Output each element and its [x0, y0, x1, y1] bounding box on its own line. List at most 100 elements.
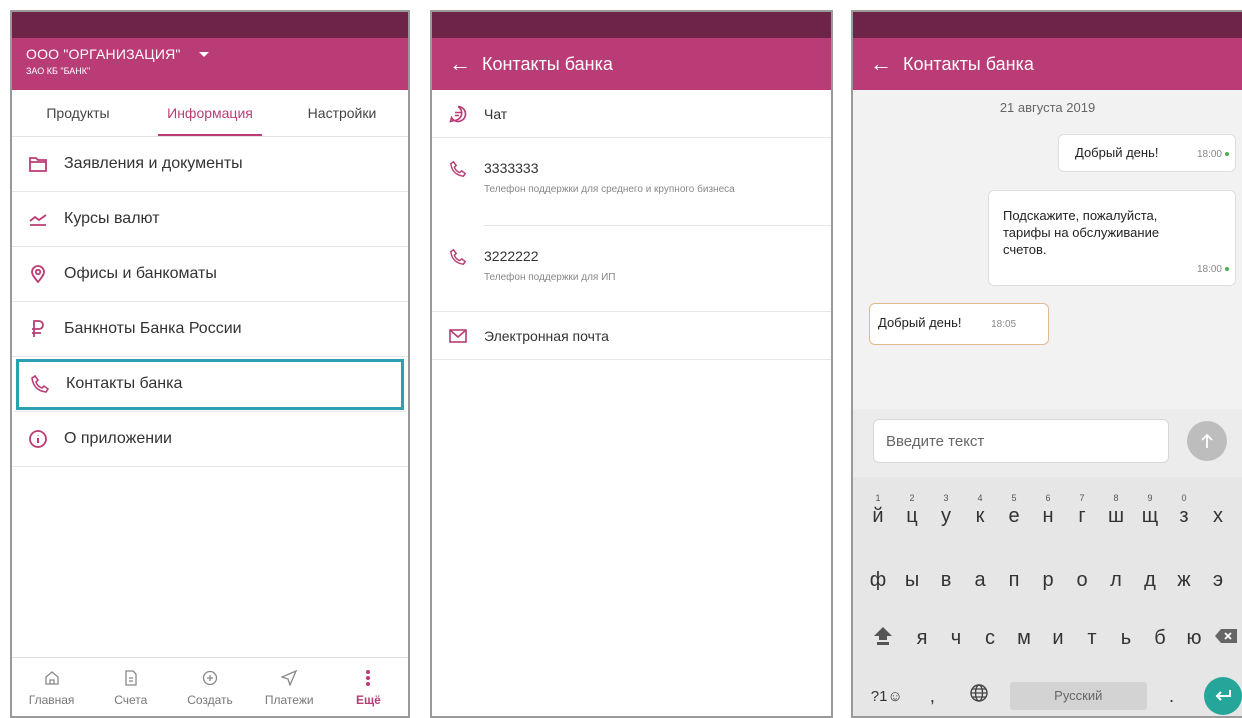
key[interactable]: 4к	[963, 493, 997, 528]
key[interactable]: 6н	[1031, 493, 1065, 528]
key[interactable]: м	[1007, 627, 1041, 650]
keyboard-row-3: я ч с м и т ь б ю	[861, 625, 1242, 651]
keyboard-row-4: ?1☺ , Русский .	[863, 677, 1242, 715]
key[interactable]: 5е	[997, 493, 1031, 528]
contact-label: Электронная почта	[484, 327, 609, 344]
key[interactable]: ф	[861, 569, 895, 592]
app-bar: ← Контакты банка	[853, 38, 1242, 90]
key[interactable]: ы	[895, 569, 929, 592]
send-button[interactable]	[1187, 421, 1227, 461]
chat-history[interactable]: 21 августа 2019 Добрый день! 18:00 Подск…	[853, 90, 1242, 409]
shift-key[interactable]	[861, 625, 905, 651]
contact-email[interactable]: Электронная почта	[432, 312, 831, 360]
contact-chat[interactable]: Чат	[432, 90, 831, 138]
send-icon	[281, 668, 298, 688]
tab-products[interactable]: Продукты	[12, 90, 144, 136]
key[interactable]: а	[963, 569, 997, 592]
screen-bank-contacts: ← Контакты банка Чат 3333333 Телефон под…	[430, 10, 833, 718]
backspace-key[interactable]	[1211, 627, 1241, 650]
language-key[interactable]	[954, 683, 1004, 709]
menu-item-about[interactable]: О приложении	[12, 412, 408, 467]
org-header[interactable]: ООО "ОРГАНИЗАЦИЯ" ЗАО КБ "БАНК"	[12, 38, 408, 90]
phone-icon	[432, 248, 484, 311]
menu-item-label: О приложении	[64, 430, 172, 447]
menu-item-label: Курсы валют	[64, 210, 160, 227]
key[interactable]: ю	[1177, 627, 1211, 650]
key[interactable]: 2ц	[895, 493, 929, 528]
nav-label: Платежи	[264, 692, 314, 707]
enter-key[interactable]	[1204, 677, 1242, 715]
key[interactable]: 1й	[861, 493, 895, 528]
tab-bar: Продукты Информация Настройки	[12, 90, 408, 137]
nav-create[interactable]: Создать	[170, 658, 249, 716]
status-bar	[12, 12, 408, 38]
key[interactable]: и	[1041, 627, 1075, 650]
key[interactable]: ь	[1109, 627, 1143, 650]
phone-icon	[432, 160, 484, 226]
menu-item-label: Офисы и банкоматы	[64, 265, 217, 282]
message-time: 18:05	[991, 319, 1017, 330]
key[interactable]: ч	[939, 627, 973, 650]
enter-icon	[1215, 690, 1232, 701]
menu-item-offices[interactable]: Офисы и банкоматы	[12, 247, 408, 302]
key[interactable]: с	[973, 627, 1007, 650]
space-key[interactable]: Русский	[1009, 682, 1147, 710]
key[interactable]: 8ш	[1099, 493, 1133, 528]
status-bar	[853, 12, 1242, 38]
nav-home[interactable]: Главная	[12, 658, 91, 716]
menu-item-documents[interactable]: Заявления и документы	[12, 137, 408, 192]
keyboard: 1й 2ц 3у 4к 5е 6н 7г 8ш 9щ 0з х ф ы в а …	[853, 477, 1242, 716]
chat-date: 21 августа 2019	[999, 100, 1096, 115]
tab-information[interactable]: Информация	[144, 90, 276, 136]
comma-key[interactable]: ,	[911, 686, 955, 707]
period-key[interactable]: .	[1147, 686, 1197, 707]
key[interactable]: х	[1201, 505, 1235, 528]
key[interactable]: т	[1075, 627, 1109, 650]
keyboard-row-2: ф ы в а п р о л д ж э	[861, 569, 1242, 592]
key[interactable]: 0з	[1167, 493, 1201, 528]
menu-item-banknotes[interactable]: Банкноты Банка России	[12, 302, 408, 357]
key[interactable]: э	[1201, 569, 1235, 592]
message-incoming: Добрый день! 18:05	[869, 303, 1049, 345]
key[interactable]: 3у	[929, 493, 963, 528]
document-icon	[124, 668, 138, 688]
key[interactable]: л	[1099, 569, 1133, 592]
menu-item-bank-contacts[interactable]: Контакты банка	[14, 357, 406, 412]
key[interactable]: в	[929, 569, 963, 592]
nav-payments[interactable]: Платежи	[250, 658, 329, 716]
chevron-down-icon[interactable]	[199, 52, 210, 58]
more-vertical-icon	[365, 668, 371, 688]
key[interactable]: 9щ	[1133, 493, 1167, 528]
back-arrow-icon[interactable]: ←	[859, 51, 903, 77]
page-title: Контакты банка	[903, 53, 1034, 74]
contact-phone-business[interactable]: 3333333 Телефон поддержки для среднего и…	[432, 138, 831, 226]
symbols-key[interactable]: ?1☺	[863, 688, 911, 705]
message-input[interactable]: Введите текст	[873, 419, 1169, 463]
org-name: ООО "ОРГАНИЗАЦИЯ"	[26, 46, 181, 62]
plus-circle-icon	[202, 668, 218, 688]
key[interactable]: б	[1143, 627, 1177, 650]
menu-item-currency-rates[interactable]: Курсы валют	[12, 192, 408, 247]
key[interactable]: д	[1133, 569, 1167, 592]
key[interactable]: я	[905, 627, 939, 650]
nav-more[interactable]: Ещё	[329, 658, 408, 716]
key[interactable]: р	[1031, 569, 1065, 592]
contact-description: Телефон поддержки для ИП	[484, 272, 616, 283]
key[interactable]: ж	[1167, 569, 1201, 592]
mail-icon	[432, 328, 484, 343]
sent-indicator-icon	[1225, 267, 1229, 272]
folder-icon	[12, 155, 64, 173]
key[interactable]: о	[1065, 569, 1099, 592]
key[interactable]: 7г	[1065, 493, 1099, 528]
nav-accounts[interactable]: Счета	[91, 658, 170, 716]
message-text: Добрый день!	[878, 315, 962, 330]
contact-description: Телефон поддержки для среднего и крупног…	[484, 184, 735, 195]
back-arrow-icon[interactable]: ←	[438, 51, 482, 77]
screen-more-menu: ООО "ОРГАНИЗАЦИЯ" ЗАО КБ "БАНК" Продукты…	[10, 10, 410, 718]
tab-settings[interactable]: Настройки	[276, 90, 408, 136]
key[interactable]: п	[997, 569, 1031, 592]
contact-phone-number: 3222222	[484, 248, 539, 264]
contact-phone-ip[interactable]: 3222222 Телефон поддержки для ИП	[432, 226, 831, 312]
status-bar	[432, 12, 831, 38]
menu-item-label: Банкноты Банка России	[64, 320, 242, 337]
